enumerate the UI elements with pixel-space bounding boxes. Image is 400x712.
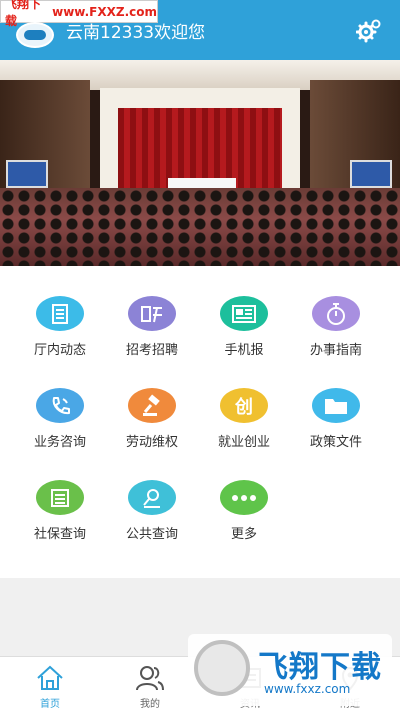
- document-icon: [36, 296, 84, 331]
- banner-image-audience: [0, 188, 400, 266]
- nav-label: 首页: [40, 699, 60, 710]
- grid-label: 劳动维权: [125, 435, 178, 450]
- app-logo: [16, 22, 54, 48]
- nav-home[interactable]: 首页: [0, 657, 100, 712]
- grid-label: 更多: [230, 527, 257, 542]
- users-icon: [135, 663, 165, 693]
- grid-item-rights[interactable]: 劳动维权: [102, 358, 202, 450]
- watermark-url: www.fxxz.com: [264, 682, 351, 696]
- watermark-url: www.FXXZ.com: [52, 4, 157, 19]
- grid-label: 手机报: [224, 343, 264, 358]
- banner-image-screen: [6, 160, 48, 188]
- grid-label: 厅内动态: [33, 343, 86, 358]
- app-header: 飞翔下载 www.FXXZ.com 云南12333欢迎您: [0, 0, 400, 60]
- grid-label: 招考招聘: [125, 343, 178, 358]
- watermark-logo: [194, 640, 250, 696]
- gear-icon[interactable]: [355, 18, 382, 44]
- folder-icon: [312, 388, 360, 423]
- grid-label: 办事指南: [309, 343, 362, 358]
- grid-item-guide[interactable]: 办事指南: [286, 266, 386, 358]
- gavel-icon: [128, 388, 176, 423]
- grid-item-consult[interactable]: 业务咨询: [10, 358, 110, 450]
- watermark-title: 飞翔下载: [258, 650, 382, 685]
- nav-mine[interactable]: 我的: [100, 657, 200, 712]
- grid-label: 公共查询: [125, 527, 178, 542]
- grid-label: 业务咨询: [33, 435, 86, 450]
- grid-label: 政策文件: [309, 435, 362, 450]
- grid-label: 社保查询: [33, 527, 86, 542]
- banner-carousel[interactable]: [0, 60, 400, 266]
- phone-icon: [36, 388, 84, 423]
- header-title: 云南12333欢迎您: [66, 23, 206, 43]
- grid-item-news[interactable]: 厅内动态: [10, 266, 110, 358]
- grid-item-policy[interactable]: 政策文件: [286, 358, 386, 450]
- nav-label: 我的: [140, 699, 160, 710]
- search-person-icon: [128, 480, 176, 515]
- hire-icon: [128, 296, 176, 331]
- grid-item-employment[interactable]: 创 就业创业: [194, 358, 294, 450]
- grid-item-mobile-news[interactable]: 手机报: [194, 266, 294, 358]
- grid-item-recruit[interactable]: 招考招聘: [102, 266, 202, 358]
- grid-item-public-query[interactable]: 公共查询: [102, 450, 202, 542]
- grid-label: 就业创业: [217, 435, 270, 450]
- function-grid: 厅内动态 招考招聘 手机报 办事指南 业务咨询 劳动维权 创 就业创业 政策文件…: [0, 266, 400, 578]
- list-icon: [36, 480, 84, 515]
- home-icon: [35, 663, 65, 693]
- grid-item-more[interactable]: 更多: [194, 450, 294, 542]
- create-icon: 创: [220, 388, 268, 423]
- more-icon: [220, 480, 268, 515]
- stopwatch-icon: [312, 296, 360, 331]
- newspaper-icon: [220, 296, 268, 331]
- watermark-overlay: 飞翔下载 www.fxxz.com: [188, 634, 392, 706]
- grid-item-social-security[interactable]: 社保查询: [10, 450, 110, 542]
- banner-image-screen: [350, 160, 392, 188]
